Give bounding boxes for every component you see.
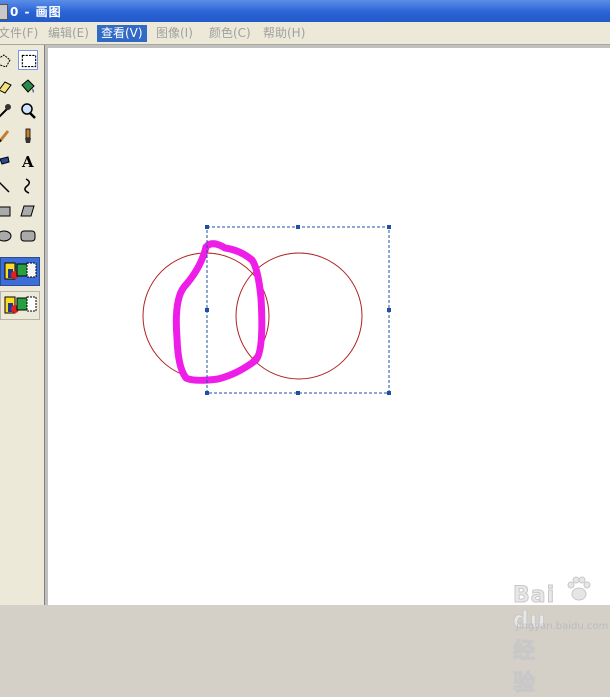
ellipse-icon[interactable] — [0, 226, 14, 246]
menu-bar: 文件(F) 编辑(E) 查看(V) 图像(I) 颜色(C) 帮助(H) — [0, 22, 610, 45]
menu-view[interactable]: 查看(V) — [97, 25, 147, 42]
menu-image[interactable]: 图像(I) — [152, 25, 197, 42]
line-icon[interactable] — [0, 176, 14, 196]
menu-edit[interactable]: 编辑(E) — [44, 25, 93, 42]
menu-colors[interactable]: 颜色(C) — [205, 25, 255, 42]
menu-help[interactable]: 帮助(H) — [259, 25, 309, 42]
toolbox: A — [0, 45, 45, 605]
magenta-highlight-stroke — [172, 240, 266, 384]
airbrush-icon[interactable] — [0, 151, 14, 171]
window-title: 0 - 画图 — [10, 5, 62, 19]
text-icon[interactable]: A — [18, 151, 38, 171]
selection-transparent-option[interactable] — [0, 291, 40, 320]
title-bar: 0 - 画图 — [0, 0, 610, 22]
curve-icon[interactable] — [18, 176, 38, 196]
magnifier-icon[interactable] — [18, 101, 38, 121]
paint-app-icon[interactable] — [0, 4, 8, 20]
rectangle-icon[interactable] — [0, 201, 14, 221]
pencil-icon[interactable] — [0, 126, 14, 146]
free-form-select-icon[interactable] — [0, 51, 14, 71]
rounded-rect-icon[interactable] — [18, 226, 38, 246]
watermark-url: jingyan.baidu.com — [516, 621, 609, 632]
polygon-icon[interactable] — [18, 201, 38, 221]
rect-select-icon[interactable] — [18, 50, 38, 70]
color-picker-icon[interactable] — [0, 101, 14, 121]
svg-text:A: A — [21, 153, 34, 171]
fill-icon[interactable] — [18, 76, 38, 96]
canvas-drawing — [142, 225, 391, 395]
drawing-canvas[interactable]: Bai du 经验 jingyan.baidu.com — [48, 48, 610, 697]
canvas-area: Bai du 经验 jingyan.baidu.com — [45, 45, 610, 697]
paw-icon — [567, 576, 591, 601]
menu-file[interactable]: 文件(F) — [0, 25, 42, 42]
eraser-icon[interactable] — [0, 76, 14, 96]
selection-opaque-option[interactable] — [0, 257, 40, 286]
brush-icon[interactable] — [18, 126, 38, 146]
watermark-brand: Bai du 经验 — [512, 583, 556, 697]
